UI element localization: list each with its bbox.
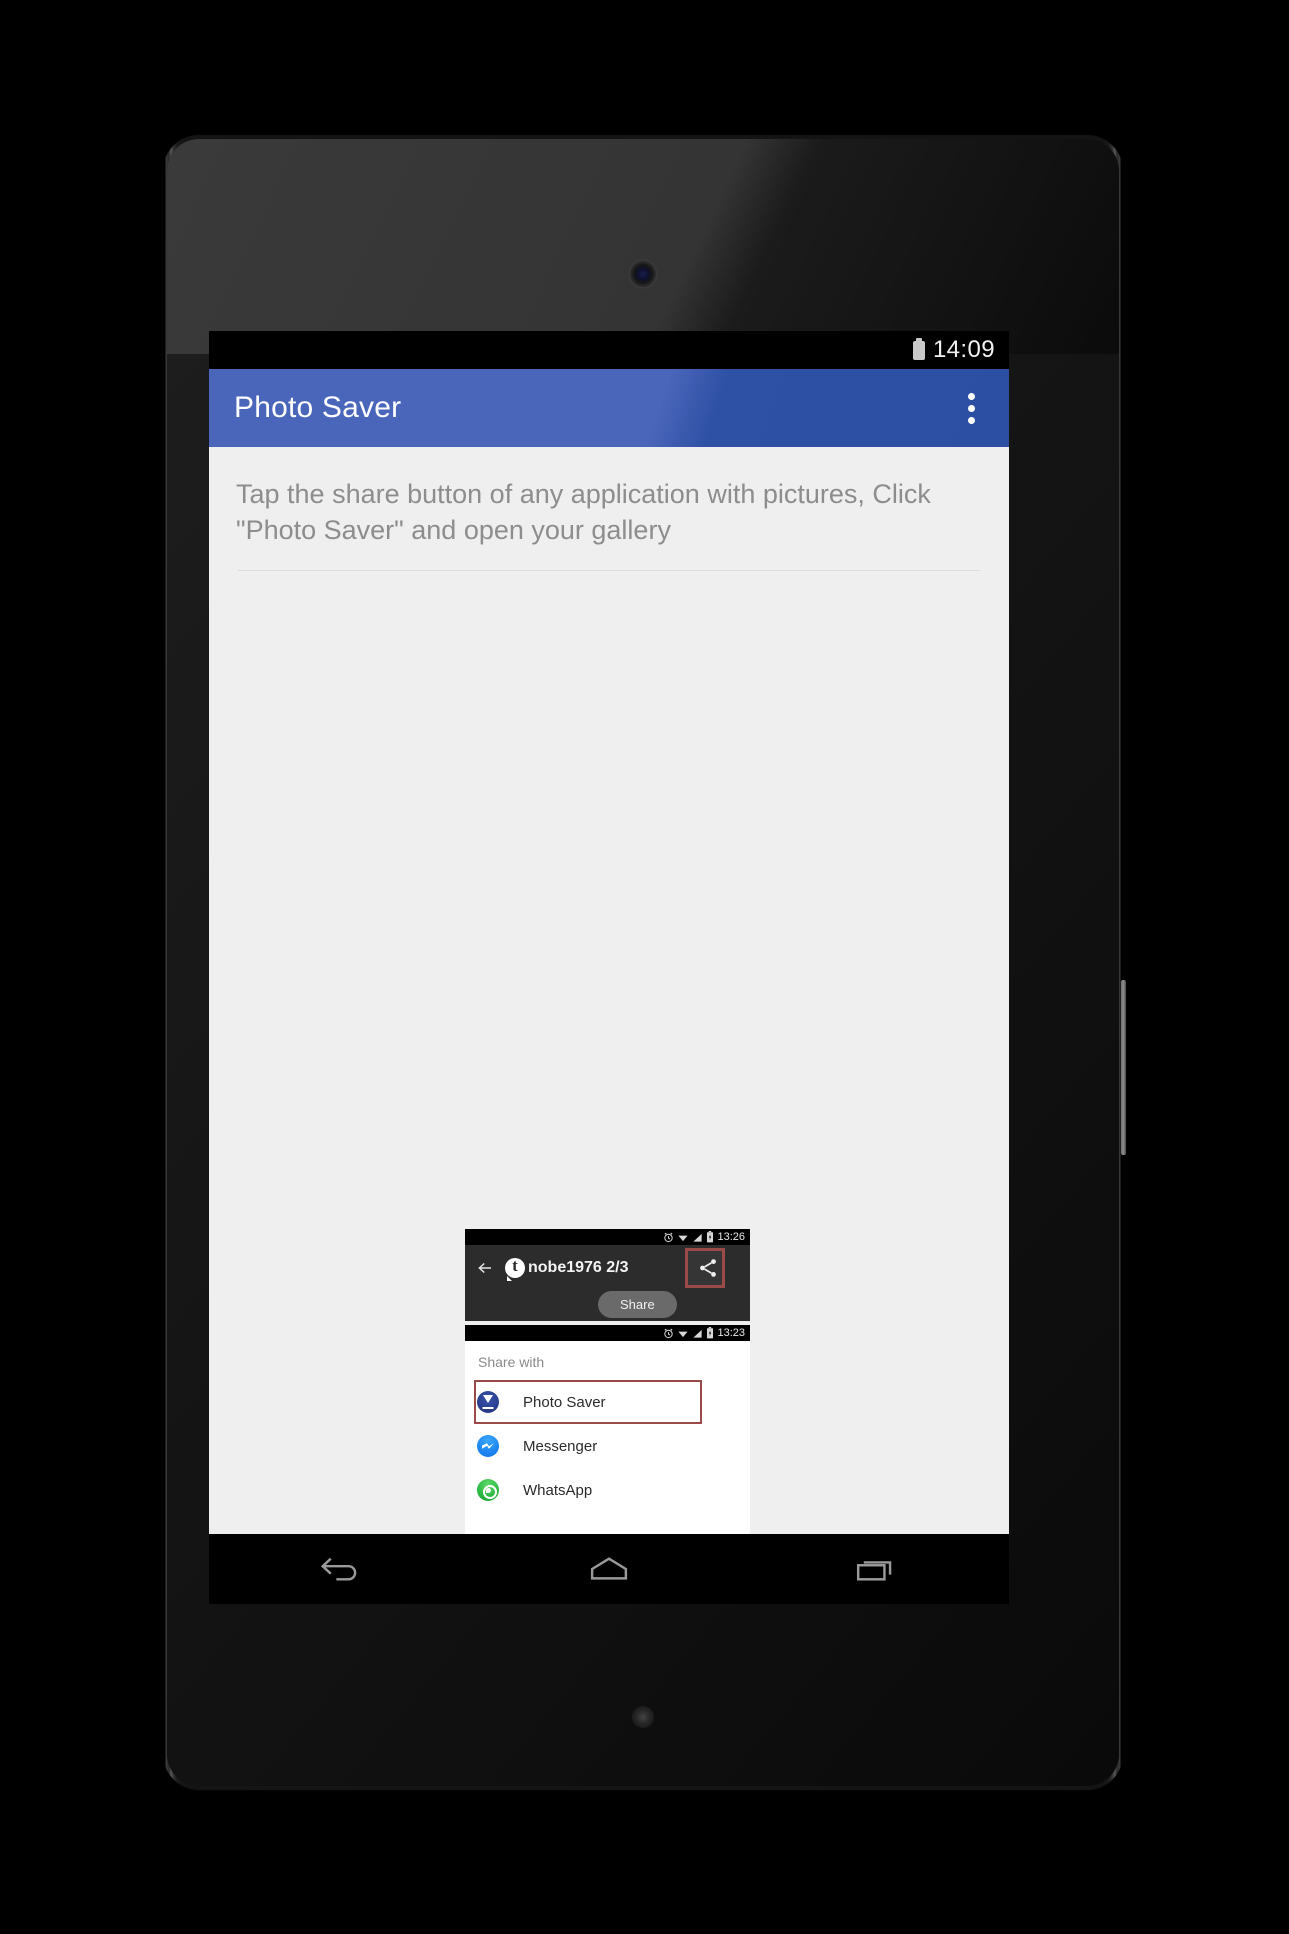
wifi-icon	[678, 1331, 689, 1337]
navigation-bar	[209, 1534, 1009, 1604]
mini-status-time-one: 13:26	[717, 1231, 745, 1243]
share-tooltip: Share	[598, 1291, 677, 1318]
tutorial-screenshot-share-button: 13:26 nobe1976 2/3	[465, 1229, 750, 1321]
photo-saver-icon	[477, 1391, 499, 1413]
tumblr-avatar-icon	[505, 1256, 525, 1281]
home-nav-icon[interactable]	[549, 1539, 669, 1599]
alarm-icon	[664, 1232, 674, 1242]
recents-nav-icon[interactable]	[816, 1539, 936, 1599]
viewer-action-bar: nobe1976 2/3 Share	[465, 1245, 750, 1318]
back-nav-icon[interactable]	[282, 1539, 402, 1599]
share-target-photo-saver[interactable]: Photo Saver	[465, 1380, 750, 1424]
share-target-label: Photo Saver	[523, 1393, 606, 1411]
status-bar-time: 14:09	[932, 336, 995, 363]
share-icon[interactable]	[697, 1257, 719, 1279]
share-target-label: WhatsApp	[523, 1481, 593, 1499]
mini-status-time-two: 13:23	[717, 1327, 745, 1339]
mini-status-bar-two: 13:23	[465, 1325, 750, 1341]
wifi-icon	[678, 1235, 689, 1241]
device-screen: 14:09 Photo Saver Tap the share button o…	[209, 331, 1009, 1604]
overflow-dot	[967, 416, 975, 424]
whatsapp-icon	[477, 1479, 499, 1501]
power-button[interactable]	[1121, 980, 1126, 1155]
front-camera-icon	[630, 261, 656, 287]
app-bar: Photo Saver	[209, 369, 1009, 447]
viewer-username: nobe1976 2/3	[528, 1259, 629, 1276]
signal-icon	[693, 1329, 703, 1338]
divider	[238, 570, 980, 572]
overflow-dot	[967, 404, 975, 412]
battery-icon	[912, 337, 925, 360]
share-target-whatsapp[interactable]: WhatsApp	[465, 1468, 750, 1512]
back-arrow-icon[interactable]	[475, 1259, 495, 1277]
tablet-device-frame: 14:09 Photo Saver Tap the share button o…	[163, 135, 1126, 1790]
home-sensor-icon	[632, 1706, 654, 1728]
tutorial-screenshots: 13:26 nobe1976 2/3	[465, 1229, 750, 1568]
alarm-icon	[664, 1328, 674, 1338]
battery-charging-icon	[707, 1327, 714, 1339]
overflow-menu-icon[interactable]	[957, 388, 985, 428]
overflow-dot	[967, 392, 975, 400]
page-title: Photo Saver	[234, 391, 402, 424]
bezel-glare	[167, 139, 1119, 354]
mini-status-bar-one: 13:26	[465, 1229, 750, 1245]
messenger-icon	[477, 1435, 499, 1457]
share-sheet-title: Share with	[478, 1354, 545, 1370]
instruction-text: Tap the share button of any application …	[236, 479, 931, 545]
battery-charging-icon	[707, 1231, 714, 1243]
device-bezel: 14:09 Photo Saver Tap the share button o…	[167, 139, 1119, 1786]
status-bar: 14:09	[209, 331, 1009, 369]
instruction-block: Tap the share button of any application …	[209, 447, 1009, 572]
share-target-messenger[interactable]: Messenger	[465, 1424, 750, 1468]
tutorial-screenshot-share-sheet: 13:23 Share with Photo Saver Messenger W…	[465, 1325, 750, 1568]
share-target-label: Messenger	[523, 1437, 598, 1455]
signal-icon	[693, 1233, 703, 1242]
